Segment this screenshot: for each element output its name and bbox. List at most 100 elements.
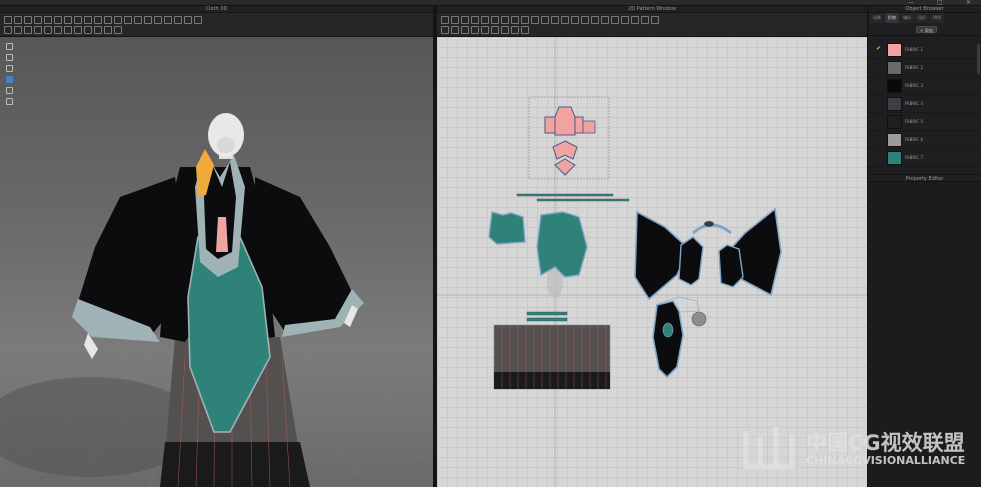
notch-icon[interactable] [471, 26, 479, 34]
avatar-tool-icon[interactable] [124, 16, 132, 24]
add-fabric-button[interactable]: + 添加 [916, 26, 937, 33]
object-browser-panel: Object Browser 场景 织物 辅料 纽扣 明线 + 添加 ✔ FABR… [867, 6, 981, 487]
skeleton-display-icon[interactable] [6, 65, 13, 72]
tab-topstitch[interactable]: 明线 [930, 13, 944, 23]
fabric-swatch[interactable] [887, 97, 902, 111]
grain-icon[interactable] [621, 16, 629, 24]
symmetry-icon[interactable] [481, 26, 489, 34]
skirt-pattern-piece[interactable] [493, 324, 611, 390]
reset-tool-icon[interactable] [74, 26, 82, 34]
camera-tool-icon[interactable] [194, 16, 202, 24]
graphic-tool-icon[interactable] [154, 16, 162, 24]
fit-tool-icon[interactable] [4, 26, 12, 34]
fabric-list-item[interactable]: FABRIC 5 [868, 113, 981, 131]
fabric-list-item[interactable]: FABRIC 4 [868, 95, 981, 113]
shirt-tool-icon[interactable] [184, 16, 192, 24]
display-tool-icon[interactable] [104, 26, 112, 34]
tab-fabric[interactable]: 织物 [885, 13, 899, 23]
freeze-tool-icon[interactable] [64, 26, 72, 34]
curve-point-icon[interactable] [511, 16, 519, 24]
pleat-icon[interactable] [581, 16, 589, 24]
fabric-swatch[interactable] [887, 79, 902, 93]
stretch-tool-icon[interactable] [24, 26, 32, 34]
zoom-fit-icon[interactable] [651, 16, 659, 24]
tab-buttons[interactable]: 纽扣 [915, 13, 929, 23]
stitch-zigzag-icon[interactable] [511, 26, 519, 34]
pen-tool-icon[interactable] [84, 16, 92, 24]
watermark-title: 中国CG视效联盟 [806, 431, 965, 455]
transform-tool-icon[interactable] [14, 16, 22, 24]
pin-tool-icon[interactable] [54, 16, 62, 24]
lighting-display-icon[interactable] [6, 98, 13, 105]
graphic-2d-icon[interactable] [561, 16, 569, 24]
fabric-swatch[interactable] [887, 151, 902, 165]
cut-pattern-icon[interactable] [491, 26, 499, 34]
simulate-icon[interactable] [134, 16, 142, 24]
tack-tool-icon[interactable] [64, 16, 72, 24]
record-tool-icon[interactable] [94, 26, 102, 34]
fabric-swatch[interactable] [887, 133, 902, 147]
viewport-3d[interactable] [0, 37, 433, 487]
garment-display-icon[interactable] [6, 54, 13, 61]
arrangement-tool-icon[interactable] [44, 26, 52, 34]
pink-pattern-group[interactable] [544, 106, 596, 176]
fold-tool-icon[interactable] [44, 16, 52, 24]
measure-tool-icon[interactable] [74, 16, 82, 24]
fabric-swatch[interactable] [887, 43, 902, 57]
black-pattern-group[interactable] [634, 207, 782, 314]
fabric-list-item[interactable]: FABRIC 6 [868, 131, 981, 149]
seam-tool-icon[interactable] [94, 16, 102, 24]
move-tool-icon[interactable] [24, 16, 32, 24]
edit-pattern-icon[interactable] [451, 16, 459, 24]
circle-tool-icon[interactable] [481, 16, 489, 24]
select-tool-icon[interactable] [4, 16, 12, 24]
mesh-tool-icon[interactable] [84, 26, 92, 34]
fabric-swatch[interactable] [887, 61, 902, 75]
fabric-list-item[interactable]: FABRIC 3 [868, 77, 981, 95]
internal-line-icon[interactable] [491, 16, 499, 24]
fabric-list-item[interactable]: FABRIC 2 [868, 59, 981, 77]
texture-display-icon[interactable] [6, 76, 13, 83]
puckering-icon[interactable] [611, 16, 619, 24]
fabric-list-scrollbar[interactable] [977, 44, 980, 74]
strength-tool-icon[interactable] [14, 26, 22, 34]
fold-arrange-icon[interactable] [541, 16, 549, 24]
shirring-icon[interactable] [601, 16, 609, 24]
polygon-tool-icon[interactable] [461, 16, 469, 24]
stitch-line-icon[interactable] [521, 26, 529, 34]
annotation-icon[interactable] [641, 16, 649, 24]
trace-icon[interactable] [441, 26, 449, 34]
trim-tool-icon[interactable] [164, 16, 172, 24]
elastic-icon[interactable] [591, 16, 599, 24]
teal-pattern-group[interactable] [488, 211, 588, 278]
avatar-display-icon[interactable] [6, 43, 13, 50]
texture-tool-icon[interactable] [144, 16, 152, 24]
fabric-list-item[interactable]: ✔ FABRIC 1 [868, 41, 981, 59]
segment-sewing-icon[interactable] [521, 16, 529, 24]
tab-trims[interactable]: 辅料 [900, 13, 914, 23]
light-tool-icon[interactable] [114, 26, 122, 34]
panel-title-3d: Cloth 3D [0, 6, 433, 13]
seam-allowance-icon[interactable] [461, 26, 469, 34]
zipper-tool-icon[interactable] [114, 16, 122, 24]
free-sewing-icon[interactable] [531, 16, 539, 24]
button-object-icon[interactable] [691, 311, 707, 327]
button-tool-icon[interactable] [104, 16, 112, 24]
fabric-list-item[interactable]: FABRIC 7 [868, 149, 981, 167]
mesh-display-icon[interactable] [6, 87, 13, 94]
rotate-tool-icon[interactable] [34, 16, 42, 24]
texture-edit-icon[interactable] [551, 16, 559, 24]
stitch-wave-icon[interactable] [501, 26, 509, 34]
fabric-swatch[interactable] [887, 115, 902, 129]
dart-tool-icon[interactable] [501, 16, 509, 24]
ruler-icon[interactable] [631, 16, 639, 24]
rectangle-tool-icon[interactable] [471, 16, 479, 24]
hanger-tool-icon[interactable] [174, 16, 182, 24]
offset-icon[interactable] [451, 26, 459, 34]
select-pattern-icon[interactable] [441, 16, 449, 24]
tab-scene[interactable]: 场景 [870, 13, 884, 23]
layer-tool-icon[interactable] [54, 26, 62, 34]
topstitch-icon[interactable] [571, 16, 579, 24]
collision-tool-icon[interactable] [34, 26, 42, 34]
front-lower-piece[interactable] [652, 300, 684, 379]
